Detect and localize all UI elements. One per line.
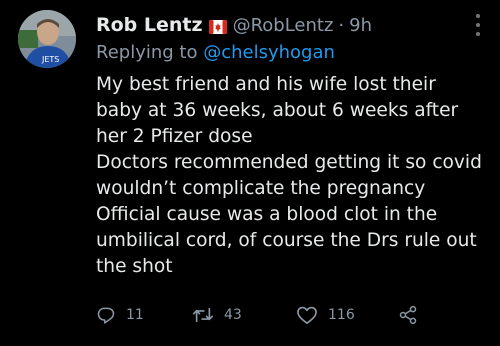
retweet-icon <box>192 307 214 323</box>
more-options-icon[interactable] <box>476 14 482 38</box>
tweet-text-line: umbilical cord, of course the Drs rule o… <box>96 230 477 251</box>
svg-text:JETS: JETS <box>41 55 59 64</box>
canada-flag-icon <box>208 19 227 34</box>
tweet-text-line: baby at 36 weeks, about 6 weeks after <box>96 100 459 121</box>
tweet-actions: 11 43 116 <box>96 305 480 329</box>
tweet-text: My best friend and his wife lost their b… <box>96 72 488 280</box>
tweet-header: Rob Lentz @RobLentz · 9h <box>96 10 460 40</box>
like-button[interactable]: 116 <box>296 305 355 325</box>
tweet-text-line: the shot <box>96 256 173 277</box>
reply-mention-link[interactable]: @chelsyhogan <box>203 42 335 63</box>
reply-icon <box>97 307 115 324</box>
separator-dot: · <box>338 14 345 36</box>
tweet-text-line: Doctors recommended getting it so covid <box>96 152 482 173</box>
like-count: 116 <box>328 307 355 323</box>
tweet-text-line: My best friend and his wife lost their <box>96 74 436 95</box>
tweet-timestamp[interactable]: 9h <box>349 15 372 36</box>
heart-icon <box>297 306 317 324</box>
share-icon <box>399 305 417 325</box>
tweet-text-line: her 2 Pfizer dose <box>96 126 253 147</box>
tweet-text-line: wouldn’t complicate the pregnancy <box>96 178 426 199</box>
reply-prefix: Replying to <box>96 42 204 63</box>
author-name[interactable]: Rob Lentz <box>96 14 203 36</box>
profile-photo: JETS <box>18 10 76 68</box>
share-button[interactable] <box>398 305 418 325</box>
retweet-count: 43 <box>224 307 242 323</box>
tweet-text-line: Official cause was a blood clot in the <box>96 204 438 225</box>
reply-context: Replying to @chelsyhogan <box>96 42 335 63</box>
retweet-button[interactable]: 43 <box>192 305 242 325</box>
avatar[interactable]: JETS <box>18 10 76 68</box>
author-handle[interactable]: @RobLentz <box>233 15 334 36</box>
reply-button[interactable]: 11 <box>96 305 144 325</box>
reply-count: 11 <box>126 307 144 323</box>
